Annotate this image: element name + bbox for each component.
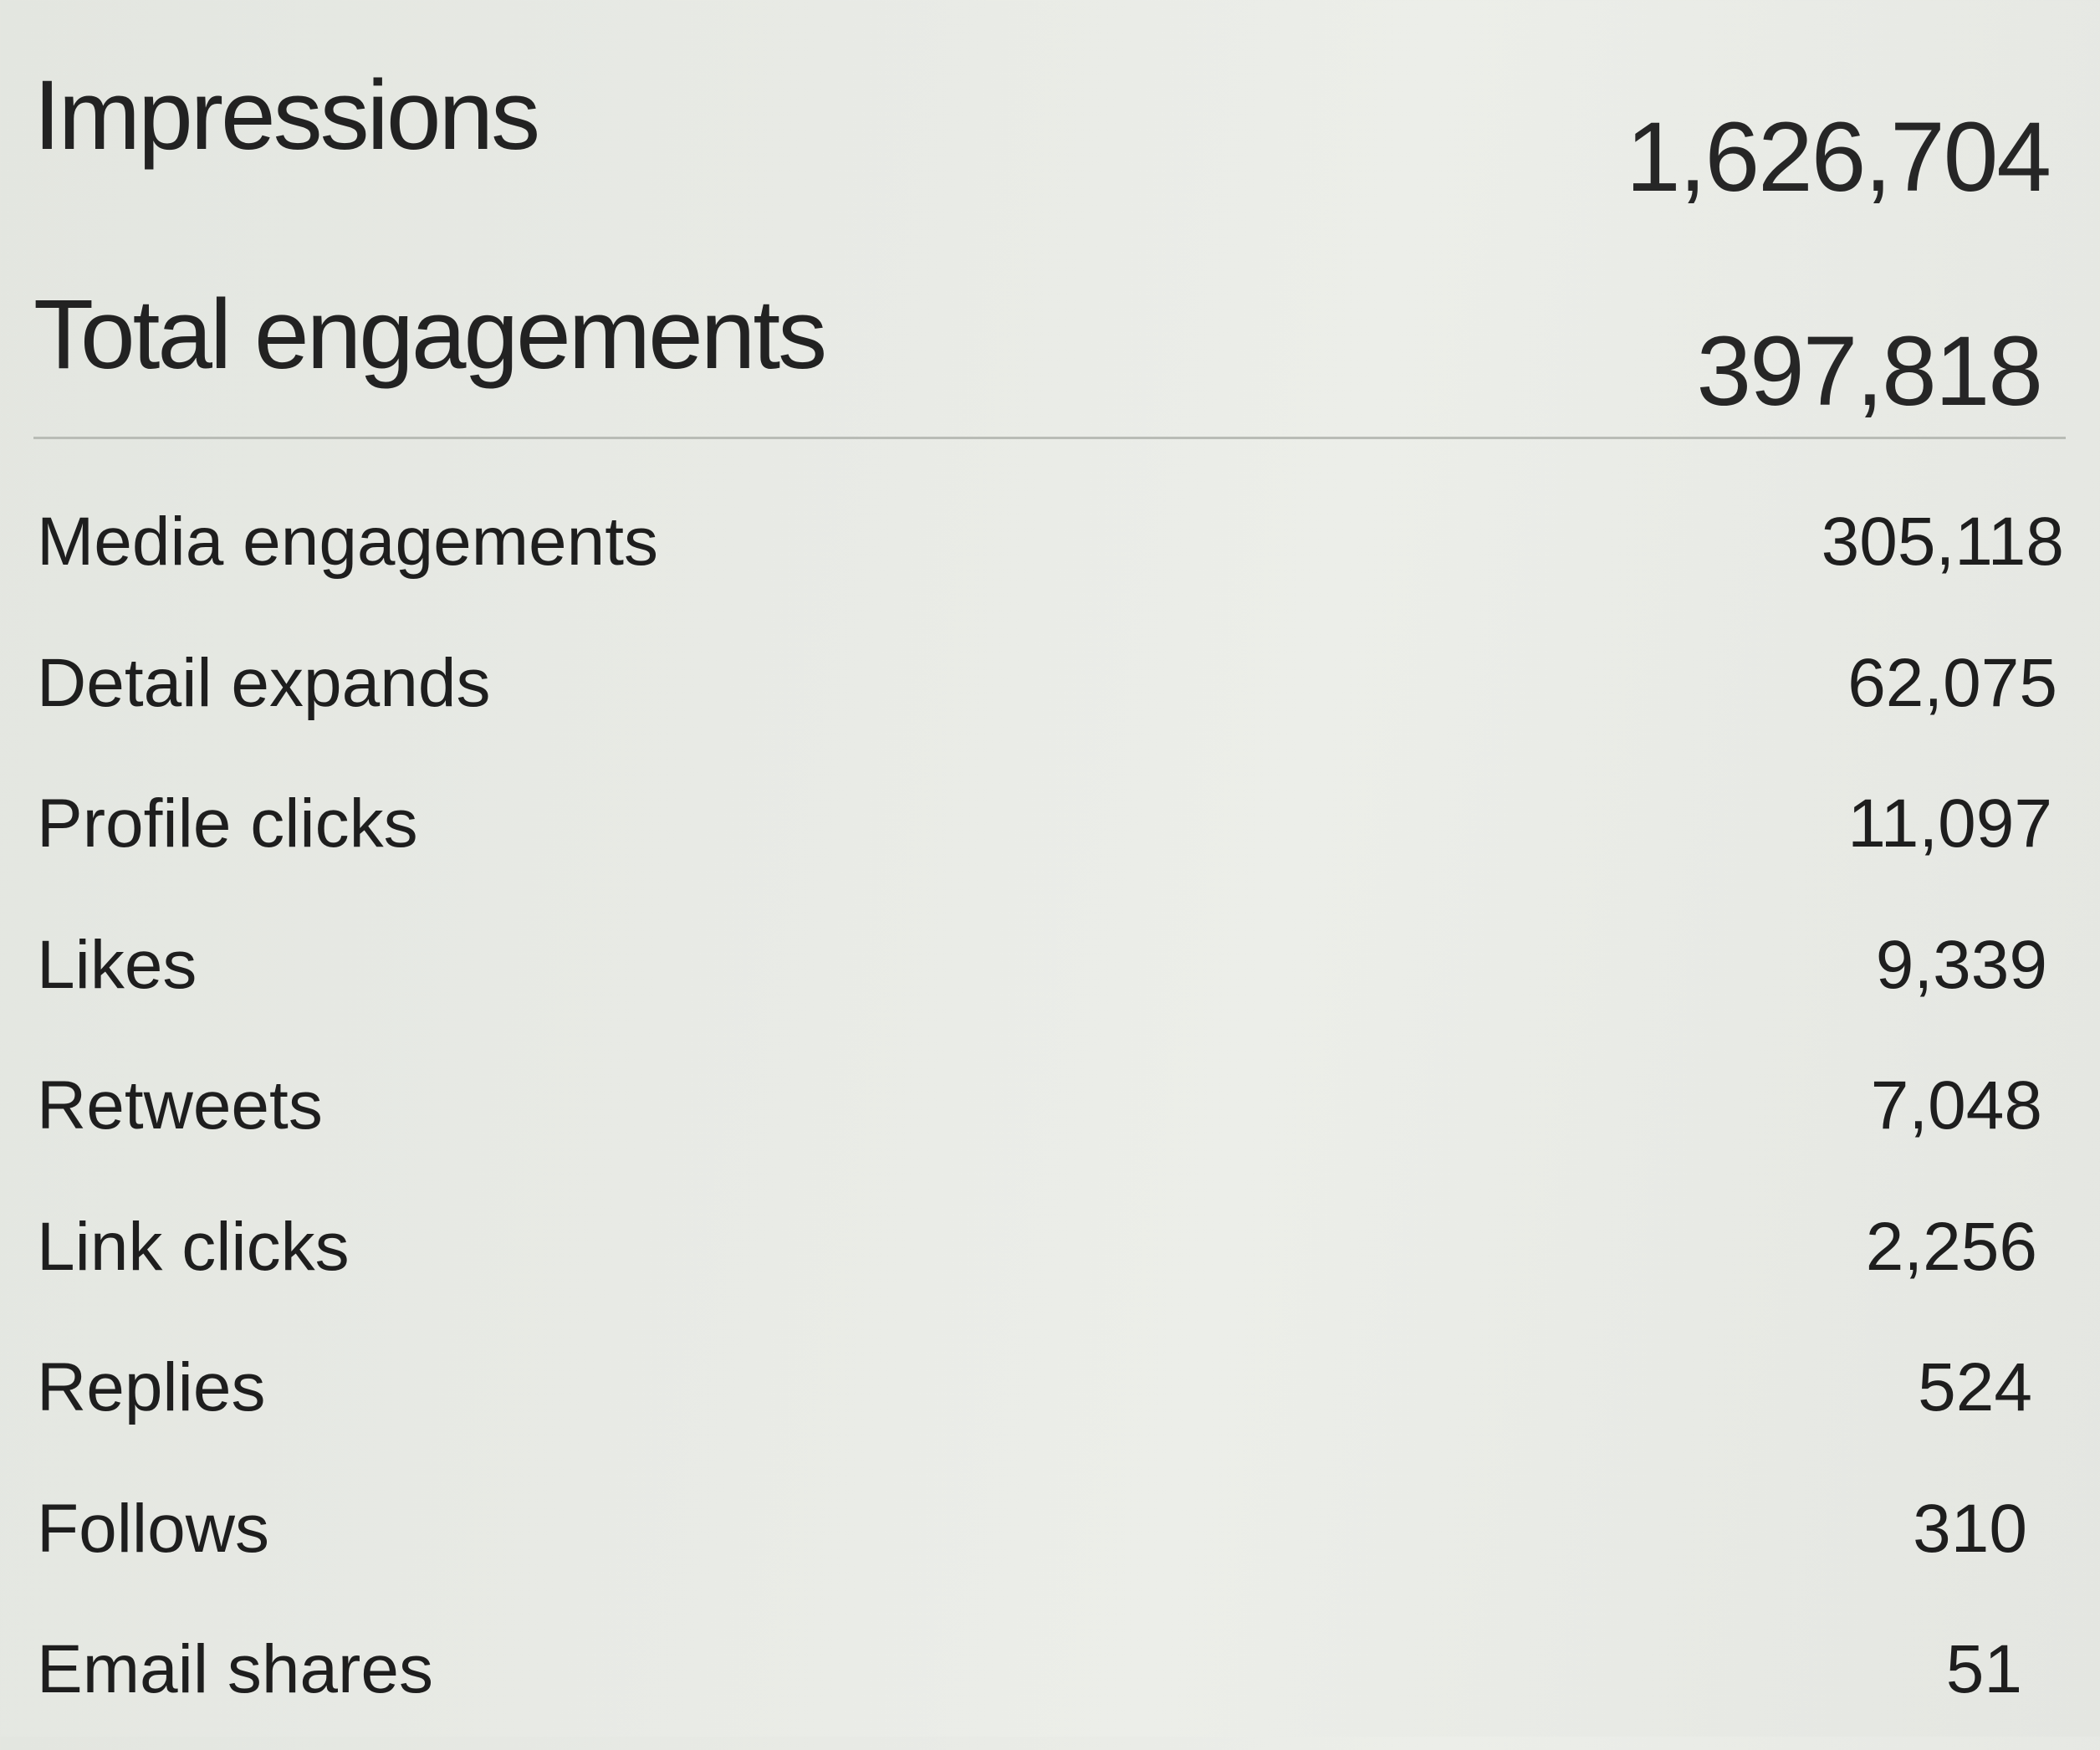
follows-row: Follows 310 (33, 1468, 2066, 1609)
retweets-row: Retweets 7,048 (33, 1045, 2066, 1186)
likes-value: 9,339 (1875, 926, 2047, 1003)
email-shares-label: Email shares (37, 1631, 433, 1707)
profile-clicks-row: Profile clicks 11,097 (33, 763, 2066, 904)
detail-expands-value: 62,075 (1847, 644, 2057, 721)
media-engagements-label: Media engagements (37, 504, 659, 580)
media-engagements-value: 305,118 (1821, 504, 2064, 580)
retweets-value: 7,048 (1870, 1067, 2042, 1144)
follows-value: 310 (1913, 1490, 2027, 1567)
replies-value: 524 (1918, 1349, 2032, 1425)
detail-expands-label: Detail expands (37, 644, 491, 721)
total-engagements-label: Total engagements (33, 279, 827, 390)
media-engagements-row: Media engagements 305,118 (33, 481, 2066, 622)
likes-row: Likes 9,339 (33, 904, 2066, 1046)
impressions-value: 1,626,704 (1626, 102, 2051, 212)
engagement-stats-panel: Impressions 1,626,704 Total engagements … (0, 0, 2100, 1737)
impressions-row: Impressions 1,626,704 (33, 50, 2067, 217)
replies-label: Replies (37, 1349, 266, 1425)
email-shares-value: 51 (1945, 1631, 2022, 1707)
section-divider (33, 437, 2066, 439)
engagement-breakdown-list: Media engagements 305,118 Detail expands… (33, 481, 2066, 1750)
link-clicks-value: 2,256 (1865, 1208, 2037, 1285)
link-clicks-row: Link clicks 2,256 (33, 1186, 2066, 1328)
link-clicks-label: Link clicks (37, 1208, 350, 1285)
profile-clicks-value: 11,097 (1847, 785, 2052, 862)
retweets-label: Retweets (37, 1067, 323, 1144)
likes-label: Likes (37, 926, 197, 1003)
replies-row: Replies 524 (33, 1327, 2066, 1468)
email-shares-row: Email shares 51 (33, 1609, 2066, 1750)
total-engagements-value: 397,818 (1696, 316, 2043, 427)
profile-clicks-label: Profile clicks (37, 785, 418, 862)
follows-label: Follows (37, 1490, 269, 1567)
impressions-label: Impressions (33, 60, 540, 171)
total-engagements-row: Total engagements 397,818 (33, 268, 2067, 435)
detail-expands-row: Detail expands 62,075 (33, 622, 2066, 764)
